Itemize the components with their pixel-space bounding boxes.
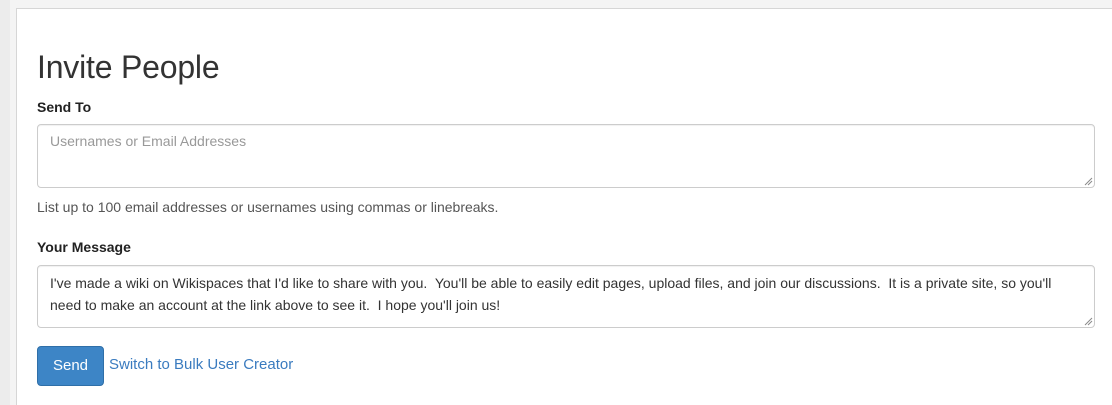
message-input[interactable]: I've made a wiki on Wikispaces that I'd … [37,265,1095,328]
page-background: Invite People Send To List up to 100 ema… [0,0,1112,405]
invite-people-panel: Invite People Send To List up to 100 ema… [16,8,1112,405]
send-button[interactable]: Send [37,346,104,386]
send-to-input[interactable] [37,124,1095,188]
send-to-help-text: List up to 100 email addresses or userna… [37,199,499,215]
send-to-label: Send To [37,99,92,115]
page-title: Invite People [37,49,220,85]
resize-grip-icon[interactable] [1083,316,1093,326]
left-edge [0,0,10,405]
switch-to-bulk-user-creator-link[interactable]: Switch to Bulk User Creator [109,355,293,375]
resize-grip-icon[interactable] [1083,176,1093,186]
your-message-label: Your Message [37,239,131,255]
